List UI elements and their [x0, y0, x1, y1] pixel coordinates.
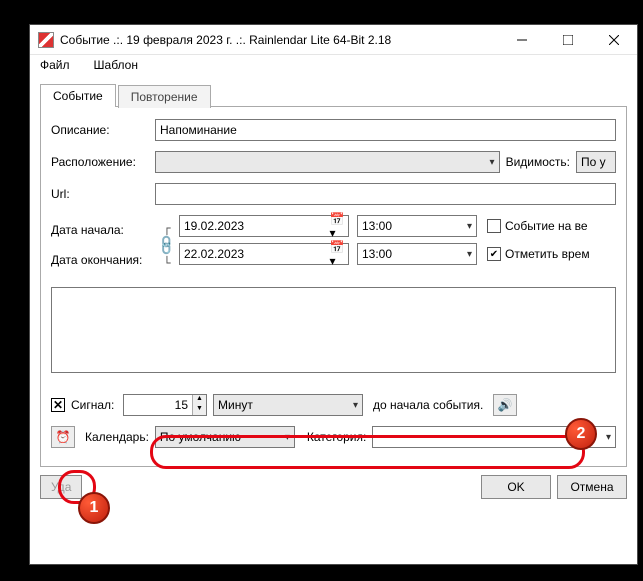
cancel-button[interactable]: Отмена	[557, 475, 627, 499]
chevron-down-icon: ▾	[606, 432, 611, 443]
description-input[interactable]	[155, 119, 616, 141]
alarm-remove-button[interactable]: ✕	[51, 398, 65, 412]
location-select[interactable]: ▾	[155, 151, 500, 173]
tab-recurrence[interactable]: Повторение	[118, 85, 211, 108]
menu-file[interactable]: Файл	[34, 56, 76, 74]
chevron-down-icon: ▾	[467, 249, 472, 260]
label-end: Дата окончания:	[51, 253, 155, 267]
window-title: Событие .:. 19 февраля 2023 г. .:. Rainl…	[60, 33, 499, 47]
label-start: Дата начала:	[51, 223, 155, 237]
maximize-button[interactable]	[545, 25, 591, 54]
app-icon	[38, 32, 54, 48]
start-time-select[interactable]: 13:00▾	[357, 215, 477, 237]
chevron-down-icon: ▾	[490, 157, 495, 168]
event-dialog: Событие .:. 19 февраля 2023 г. .:. Rainl…	[29, 24, 638, 565]
notes-textarea[interactable]	[51, 287, 616, 373]
label-url: Url:	[51, 187, 155, 201]
bracket-top: ┌	[163, 223, 170, 233]
menu-template[interactable]: Шаблон	[88, 56, 144, 74]
add-alarm-button[interactable]: ⏰	[51, 426, 75, 448]
end-date-picker[interactable]: 22.02.2023📅▾	[179, 243, 349, 265]
chevron-down-icon: ▾	[467, 221, 472, 232]
ok-button[interactable]: OK	[481, 475, 551, 499]
alarm-sound-button[interactable]: 🔊	[493, 394, 517, 416]
label-allday: Событие на ве	[505, 219, 588, 233]
alarm-unit-select[interactable]: Минут▾	[213, 394, 363, 416]
start-date-picker[interactable]: 19.02.2023📅▾	[179, 215, 349, 237]
label-markbusy: Отметить врем	[505, 247, 590, 261]
bracket-bottom: └	[163, 258, 170, 268]
label-before: до начала события.	[373, 398, 483, 412]
delete-button[interactable]: Уда	[40, 475, 82, 499]
visibility-select[interactable]: По у	[576, 151, 616, 173]
label-calendar: Календарь:	[85, 430, 149, 444]
url-input[interactable]	[155, 183, 616, 205]
minimize-button[interactable]	[499, 25, 545, 54]
allday-checkbox[interactable]	[487, 219, 501, 233]
spinner-down-icon[interactable]: ▼	[193, 405, 206, 415]
calendar-icon: 📅▾	[330, 212, 344, 240]
end-time-select[interactable]: 13:00▾	[357, 243, 477, 265]
chevron-down-icon: ▾	[285, 432, 290, 443]
label-category: Категория:	[307, 430, 366, 444]
speaker-icon: 🔊	[498, 398, 513, 412]
calendar-icon: 📅▾	[330, 240, 344, 268]
alarm-value-spinner[interactable]: 15 ▲▼	[123, 394, 207, 416]
label-location: Расположение:	[51, 155, 155, 169]
spinner-up-icon[interactable]: ▲	[193, 395, 206, 405]
markbusy-checkbox[interactable]: ✔	[487, 247, 501, 261]
event-panel: Описание: Расположение: ▾ Видимость: По …	[40, 107, 627, 467]
label-description: Описание:	[51, 123, 155, 137]
tab-event[interactable]: Событие	[40, 84, 116, 107]
calendar-select[interactable]: По умолчанию▾	[155, 426, 295, 448]
close-button[interactable]	[591, 25, 637, 54]
chevron-down-icon: ▾	[353, 400, 358, 411]
link-icon[interactable]: 🔗	[155, 233, 179, 257]
menubar: Файл Шаблон	[30, 55, 637, 75]
label-alarm: Сигнал:	[71, 398, 123, 412]
category-select[interactable]: ▾	[372, 426, 616, 448]
label-visibility: Видимость:	[506, 155, 570, 169]
titlebar[interactable]: Событие .:. 19 февраля 2023 г. .:. Rainl…	[30, 25, 637, 55]
clock-plus-icon: ⏰	[56, 430, 71, 444]
